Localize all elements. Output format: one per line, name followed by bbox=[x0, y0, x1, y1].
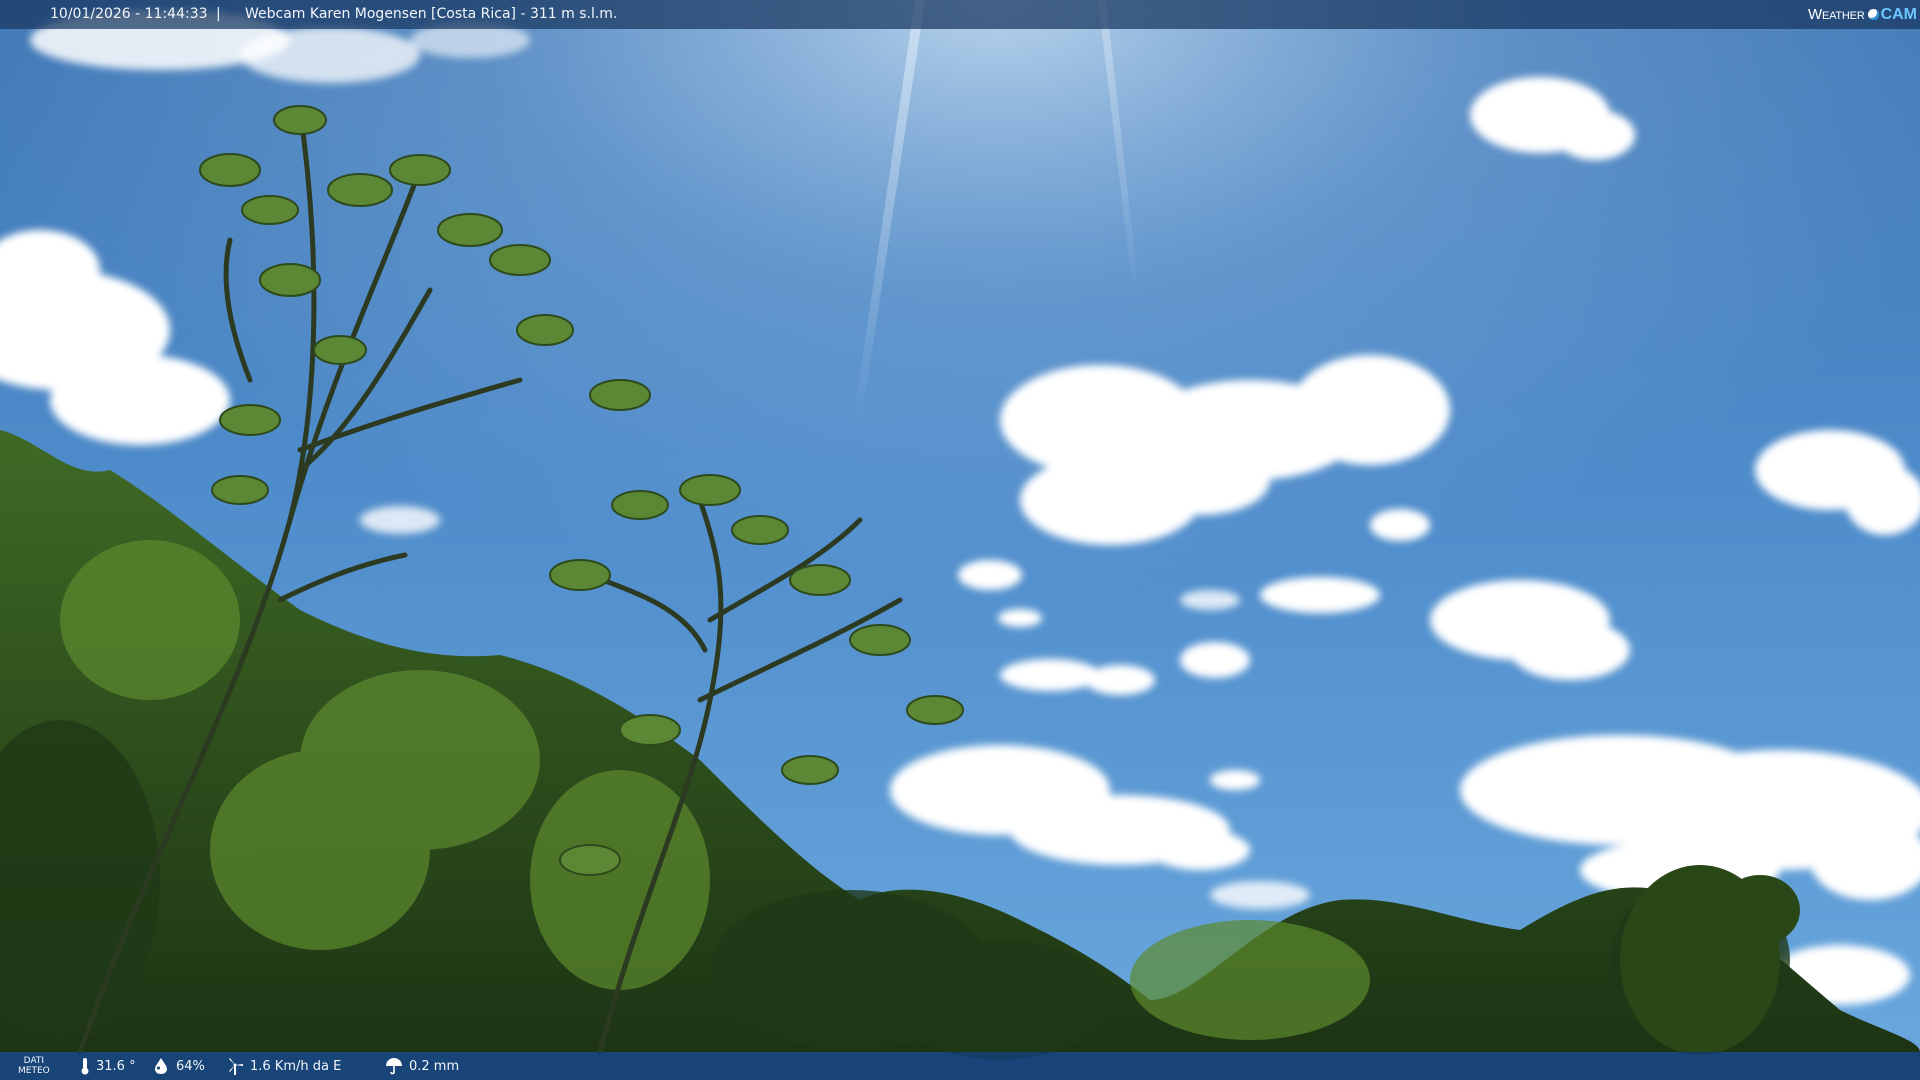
rain-reading: 0.2 mm bbox=[385, 1052, 459, 1080]
humidity-reading: 64% bbox=[152, 1052, 205, 1080]
temperature-reading: 31.6 ° bbox=[80, 1052, 136, 1080]
globe-icon bbox=[1867, 8, 1879, 20]
camera-title: Webcam Karen Mogensen [Costa Rica] - 311… bbox=[245, 6, 618, 22]
wind-reading: 1.6 Km/h da E bbox=[226, 1052, 341, 1080]
humidity-icon bbox=[155, 1058, 167, 1074]
humidity-value: 64% bbox=[176, 1058, 205, 1074]
weather-data-label-line1: DATI bbox=[23, 1056, 45, 1066]
weathercam-logo[interactable]: Weather CAM bbox=[1808, 2, 1917, 26]
webcam-image bbox=[0, 0, 1920, 1080]
thermometer-icon bbox=[81, 1058, 89, 1075]
rain-umbrella-icon bbox=[386, 1058, 402, 1075]
wind-value: 1.6 Km/h da E bbox=[250, 1058, 342, 1074]
top-info-bar: 10/01/2026 - 11:44:33 | Webcam Karen Mog… bbox=[0, 0, 1920, 29]
logo-text-weather: Weather bbox=[1808, 5, 1865, 23]
wind-turbine-icon bbox=[229, 1058, 243, 1075]
weather-data-label-line2: METEO bbox=[18, 1066, 50, 1076]
logo-text-cam: CAM bbox=[1880, 5, 1917, 23]
rain-value: 0.2 mm bbox=[409, 1058, 460, 1074]
weather-data-label: DATI METEO bbox=[18, 1052, 50, 1080]
weather-data-bar: DATI METEO 31.6 ° 64% 1.6 Km/h da E 0.2 … bbox=[0, 1052, 1920, 1080]
temperature-value: 31.6 ° bbox=[96, 1058, 136, 1074]
webcam-view: 10/01/2026 - 11:44:33 | Webcam Karen Mog… bbox=[0, 0, 1920, 1080]
separator: | bbox=[216, 6, 221, 22]
timestamp: 10/01/2026 - 11:44:33 bbox=[50, 6, 208, 22]
